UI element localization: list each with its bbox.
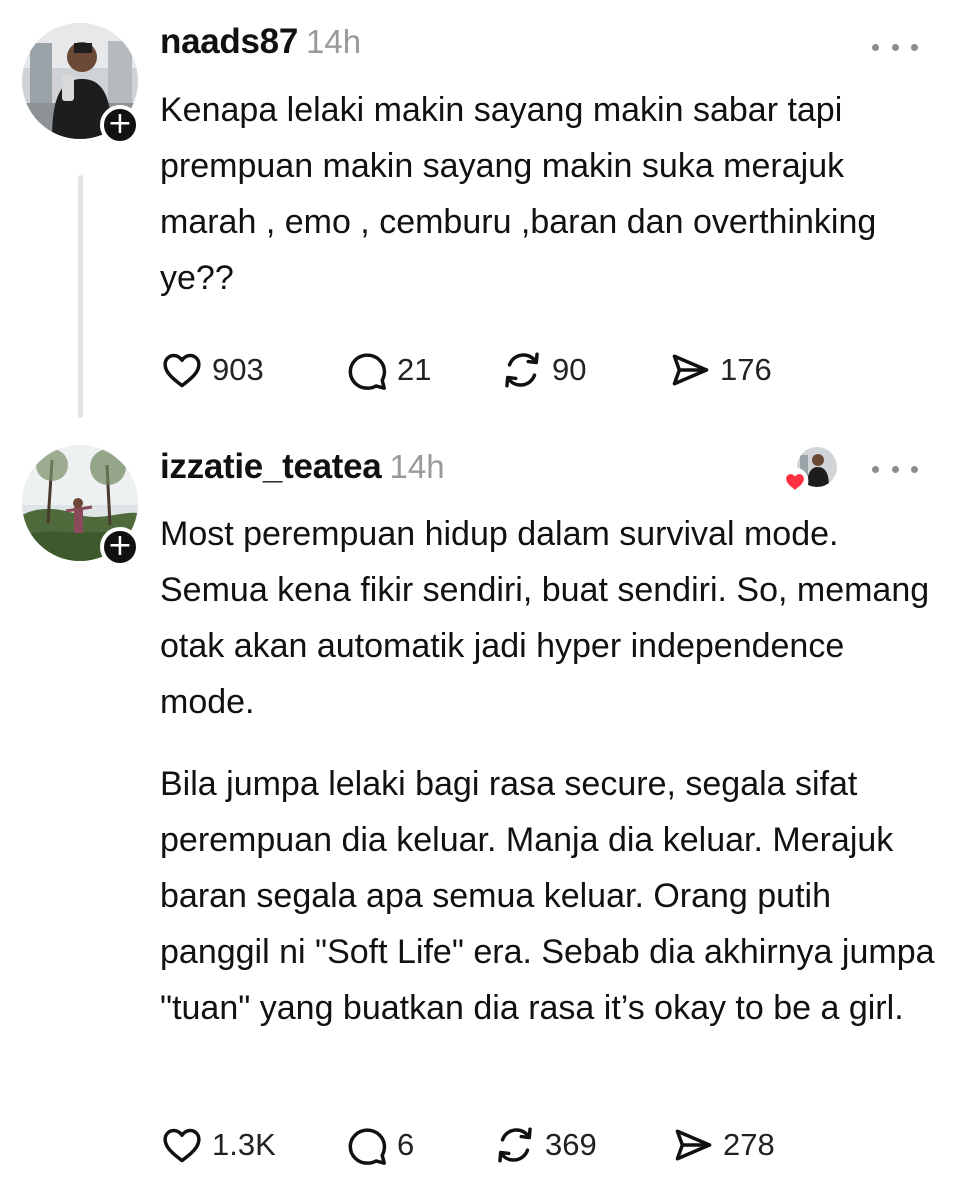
post-paragraph: Kenapa lelaki makin sayang makin sabar t… [160, 91, 877, 297]
repost-button[interactable]: 90 [500, 345, 668, 395]
like-button[interactable]: 903 [160, 345, 345, 395]
heart-outline-icon [163, 1128, 201, 1163]
paper-plane-icon [675, 1129, 712, 1161]
reply-count: 21 [397, 352, 432, 387]
repost-arrows-icon [498, 1127, 532, 1163]
post-header: izzatie_teatea 14h [160, 447, 445, 495]
timestamp: 14h [389, 448, 445, 485]
share-count: 278 [723, 1127, 775, 1162]
more-options-button[interactable] [872, 459, 918, 479]
username[interactable]: naads87 [160, 22, 298, 62]
speech-bubble-icon [348, 1128, 387, 1165]
share-button[interactable]: 176 [668, 345, 772, 395]
post-text: Kenapa lelaki makin sayang makin sabar t… [160, 82, 940, 306]
more-options-button[interactable] [872, 37, 918, 57]
post-text: Most perempuan hidup dalam survival mode… [160, 506, 940, 1036]
reply-count: 6 [397, 1127, 415, 1162]
three-dots-icon [872, 43, 879, 51]
reply-button[interactable]: 6 [345, 1120, 493, 1170]
plus-icon: + [107, 528, 133, 563]
paper-plane-icon [672, 354, 709, 386]
share-count: 176 [720, 352, 772, 387]
like-count: 903 [212, 352, 264, 387]
share-button[interactable]: 278 [671, 1120, 775, 1170]
thread-line [78, 175, 83, 418]
heart-outline-icon [163, 353, 201, 388]
speech-bubble-icon [348, 353, 387, 390]
like-button[interactable]: 1.3K [160, 1120, 345, 1170]
like-count: 1.3K [212, 1127, 276, 1162]
repost-arrows-icon [505, 352, 539, 388]
follow-button[interactable]: + [100, 527, 140, 567]
repost-count: 369 [545, 1127, 597, 1162]
reply-button[interactable]: 21 [345, 345, 500, 395]
post-izzatie_teatea: + izzatie_teatea 14h Most perempuan hidu… [0, 430, 956, 1199]
author-liked-indicator [781, 445, 839, 495]
post-naads87: + naads87 14h Kenapa lelaki makin sayang… [0, 0, 956, 430]
follow-button[interactable]: + [100, 105, 140, 145]
action-bar: 1.3K 6 369 278 [160, 1120, 775, 1170]
three-dots-icon [872, 465, 879, 473]
heart-filled-icon [781, 467, 809, 495]
repost-count: 90 [552, 352, 587, 387]
username[interactable]: izzatie_teatea [160, 447, 382, 487]
post-paragraph: Bila jumpa lelaki bagi rasa secure, sega… [160, 765, 935, 1027]
post-header: naads87 14h [160, 22, 361, 70]
repost-button[interactable]: 369 [493, 1120, 671, 1170]
action-bar: 903 21 90 176 [160, 345, 772, 395]
timestamp: 14h [306, 23, 362, 60]
plus-icon: + [107, 106, 133, 141]
post-paragraph: Most perempuan hidup dalam survival mode… [160, 515, 930, 721]
